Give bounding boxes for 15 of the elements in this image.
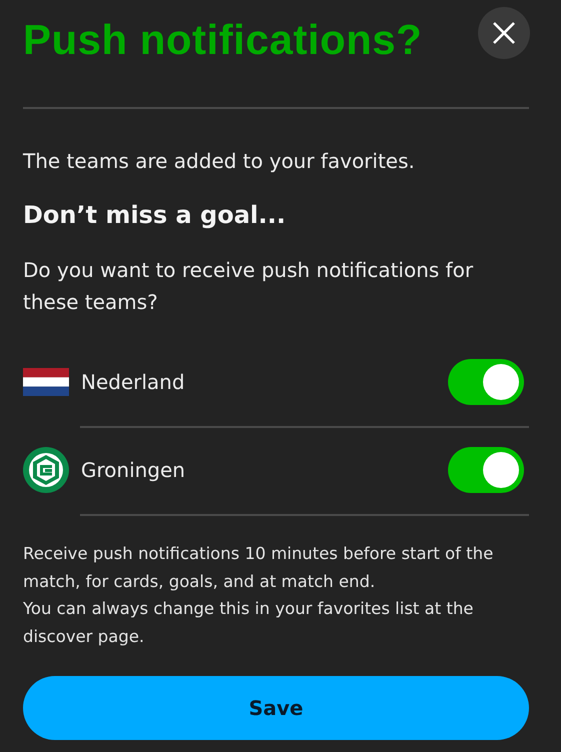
save-button[interactable]: Save	[23, 676, 529, 740]
close-icon	[493, 22, 515, 44]
toggle-switch[interactable]	[448, 359, 524, 405]
toggle-switch[interactable]	[448, 447, 524, 493]
team-name: Nederland	[81, 370, 186, 394]
intro-text: The teams are added to your favorites.	[23, 148, 416, 175]
question-text: Do you want to receive push notifications for these teams?	[23, 257, 474, 316]
section-heading: Don’t miss a goal...	[23, 200, 287, 231]
dialog-title: Push notifications?	[23, 16, 422, 64]
club-crest-icon	[23, 447, 69, 493]
close-button[interactable]	[478, 7, 530, 59]
netherlands-flag-icon	[23, 368, 69, 396]
info-text: Receive push notifications 10 minutes before start of the match, for cards, goals, and at match end.	[23, 543, 494, 592]
info-text: You can always change this in your favorites list at the discover page.	[23, 598, 474, 648]
team-name: Groningen	[81, 458, 186, 482]
